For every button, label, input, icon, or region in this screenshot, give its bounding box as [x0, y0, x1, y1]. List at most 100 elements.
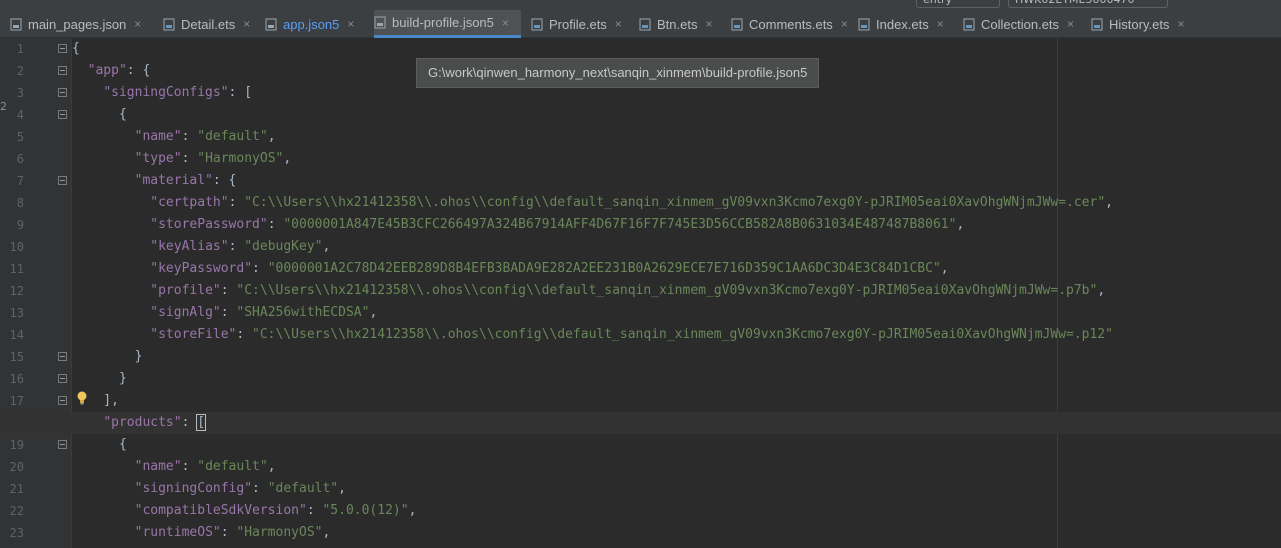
close-icon[interactable]: × [1067, 17, 1074, 31]
ets-file-icon [639, 18, 651, 30]
fold-marker-icon[interactable] [58, 352, 67, 361]
ets-file-icon [163, 18, 175, 30]
close-icon[interactable]: × [502, 16, 509, 30]
fold-marker-icon[interactable] [58, 176, 67, 185]
ets-file-icon [731, 18, 743, 30]
tab-label: Detail.ets [181, 16, 236, 32]
code-line: { [72, 437, 127, 452]
code-line: "material": { [134, 173, 237, 188]
tab-collection-ets[interactable]: Collection.ets × [963, 10, 1081, 38]
code-line: "certpath": "C:\\Users\\hx21412358\\.oho… [150, 195, 1113, 210]
json5-file-icon [265, 18, 277, 30]
lightbulb-icon[interactable] [76, 391, 88, 405]
fold-marker-icon[interactable] [58, 88, 67, 97]
tab-build-profile-json5[interactable]: build-profile.json5 × [374, 10, 521, 38]
text-cursor: [ [196, 414, 207, 431]
code-line: "products": [ [103, 414, 207, 431]
ets-file-icon [858, 18, 870, 30]
code-line: "profile": "C:\\Users\\hx21412358\\.ohos… [150, 283, 1106, 298]
close-icon[interactable]: × [841, 17, 848, 31]
tab-label: Index.ets [876, 16, 929, 32]
line-number: 11 [9, 262, 24, 276]
tab-main-pages-json[interactable]: main_pages.json × [10, 10, 153, 38]
code-line: "app": { [87, 63, 151, 78]
code-line: "name": "default", [134, 459, 276, 474]
line-number: 5 [16, 130, 24, 144]
line-number: 17 [9, 394, 24, 408]
code-line: "signingConfig": "default", [134, 481, 346, 496]
tab-label: History.ets [1109, 16, 1170, 32]
tab-app-json5[interactable]: app.json5 × [265, 10, 364, 38]
close-icon[interactable]: × [1177, 17, 1184, 31]
code-line: "storeFile": "C:\\Users\\hx21412358\\.oh… [150, 327, 1113, 342]
line-number: 7 [16, 174, 24, 188]
tab-detail-ets[interactable]: Detail.ets × [163, 10, 255, 38]
line-number: 21 [9, 482, 24, 496]
tab-btn-ets[interactable]: Btn.ets × [639, 10, 721, 38]
line-number: 2 [16, 64, 24, 78]
code-line: { [72, 107, 127, 122]
tab-index-ets[interactable]: Index.ets × [858, 10, 953, 38]
code-line: "runtimeOS": "HarmonyOS", [134, 525, 331, 540]
line-number: 6 [16, 152, 24, 166]
line-number: 8 [16, 196, 24, 210]
line-number: 1 [16, 42, 24, 56]
code-editor[interactable]: 1234567891011121314151617181920212223 { … [0, 38, 1281, 548]
file-path-tooltip: G:\work\qinwen_harmony_next\sanqin_xinme… [416, 58, 820, 88]
json5-file-icon [374, 16, 386, 29]
code-line: } [72, 349, 143, 364]
code-line: "storePassword": "0000001A847E45B3CFC266… [150, 217, 965, 232]
tab-label: Comments.ets [749, 16, 833, 32]
code-line: "name": "default", [134, 129, 276, 144]
fold-marker-icon[interactable] [58, 396, 67, 405]
ets-file-icon [963, 18, 975, 30]
line-number: 22 [9, 504, 24, 518]
ets-file-icon [531, 18, 543, 30]
close-icon[interactable]: × [347, 17, 354, 31]
close-icon[interactable]: × [615, 17, 622, 31]
module-select[interactable]: entry [916, 0, 1000, 8]
code-line: { [72, 41, 80, 56]
tab-label: Profile.ets [549, 16, 607, 32]
tab-label: Collection.ets [981, 16, 1060, 32]
editor-tab-bar: main_pages.json × Detail.ets × app.json5 × bui… [0, 10, 1281, 38]
line-number: 10 [9, 240, 24, 254]
fold-marker-icon[interactable] [58, 110, 67, 119]
close-icon[interactable]: × [243, 17, 250, 31]
line-number: 15 [9, 350, 24, 364]
line-number: 12 [9, 284, 24, 298]
line-number-gutter: 1234567891011121314151617181920212223 [0, 38, 72, 548]
fold-marker-icon[interactable] [58, 66, 67, 75]
line-number: 13 [9, 306, 24, 320]
line-number: 19 [9, 438, 24, 452]
close-icon[interactable]: × [937, 17, 944, 31]
tab-history-ets[interactable]: History.ets × [1091, 10, 1196, 38]
line-number: 14 [9, 328, 24, 342]
tab-profile-ets[interactable]: Profile.ets × [531, 10, 629, 38]
top-toolbar-strip: entry HWK02EYME5000470 [0, 0, 1281, 10]
tab-label: app.json5 [283, 16, 340, 32]
code-line: } [72, 371, 127, 386]
device-select[interactable]: HWK02EYME5000470 [1008, 0, 1168, 8]
ets-file-icon [1091, 18, 1103, 30]
code-line: "signingConfigs": [ [103, 85, 253, 100]
tab-label: Btn.ets [657, 16, 698, 32]
tab-comments-ets[interactable]: Comments.ets × [731, 10, 848, 38]
code-line: "type": "HarmonyOS", [134, 151, 292, 166]
tab-label: main_pages.json [28, 16, 127, 32]
fold-marker-icon[interactable] [58, 374, 67, 383]
tab-label: build-profile.json5 [392, 15, 494, 30]
line-number: 16 [9, 372, 24, 386]
fold-marker-icon[interactable] [58, 44, 67, 53]
close-icon[interactable]: × [705, 17, 712, 31]
line-number: 23 [9, 526, 24, 540]
code-line: "keyAlias": "debugKey", [150, 239, 331, 254]
line-number: 20 [9, 460, 24, 474]
edge-marker: 2 [0, 100, 7, 113]
line-number: 9 [16, 218, 24, 232]
code-line: "keyPassword": "0000001A2C78D42EEB289D8B… [150, 261, 949, 276]
code-line: "compatibleSdkVersion": "5.0.0(12)", [134, 503, 417, 518]
close-icon[interactable]: × [134, 17, 141, 31]
json-file-icon [10, 18, 22, 30]
fold-marker-icon[interactable] [58, 440, 67, 449]
